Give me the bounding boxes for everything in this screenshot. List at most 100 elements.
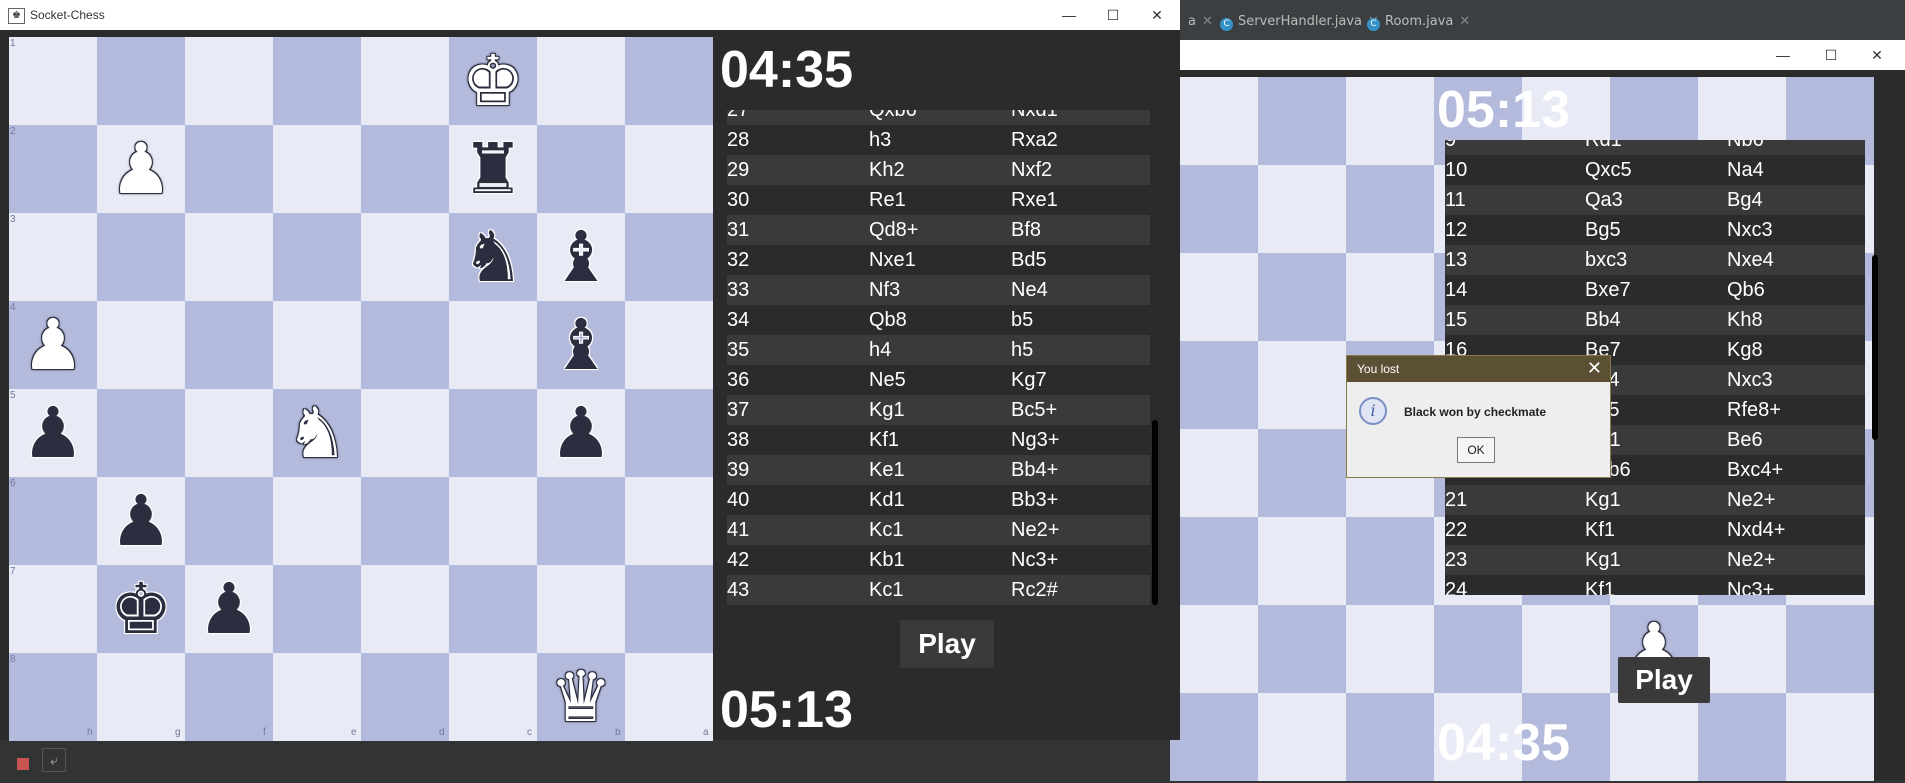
chess-piece[interactable]: ♞ bbox=[449, 213, 537, 301]
play-button[interactable]: Play bbox=[1618, 657, 1710, 703]
board-square[interactable] bbox=[1346, 693, 1434, 781]
move-row[interactable]: 9 Rd1 Nb6 bbox=[1445, 140, 1865, 155]
close-icon[interactable]: ✕ bbox=[1866, 45, 1888, 65]
chess-piece[interactable]: ♟ bbox=[9, 389, 97, 477]
board-square[interactable] bbox=[1170, 605, 1258, 693]
move-row[interactable]: 11 Qa3 Bg4 bbox=[1445, 185, 1865, 215]
board-square[interactable] bbox=[1346, 165, 1434, 253]
move-row[interactable]: 21 Kg1 Ne2+ bbox=[1445, 485, 1865, 515]
board-square[interactable] bbox=[185, 213, 273, 301]
close-icon[interactable]: ✕ bbox=[1459, 14, 1470, 29]
chess-piece[interactable]: ♚ bbox=[97, 565, 185, 653]
move-row[interactable]: 31 Qd8+ Bf8 bbox=[727, 215, 1150, 245]
ide-tab-room[interactable]: C Room.java ✕ bbox=[1367, 14, 1470, 34]
board-square[interactable] bbox=[97, 213, 185, 301]
chess-piece[interactable]: ♝ bbox=[537, 213, 625, 301]
move-row[interactable]: 36 Ne5 Kg7 bbox=[727, 365, 1150, 395]
board-square[interactable] bbox=[449, 389, 537, 477]
scrollbar[interactable] bbox=[1152, 420, 1158, 605]
board-square[interactable] bbox=[537, 37, 625, 125]
move-row[interactable]: 14 Bxe7 Qb6 bbox=[1445, 275, 1865, 305]
board-square[interactable] bbox=[1170, 341, 1258, 429]
move-row[interactable]: 41 Kc1 Ne2+ bbox=[727, 515, 1150, 545]
board-square[interactable] bbox=[1258, 605, 1346, 693]
board-square[interactable] bbox=[625, 125, 713, 213]
board-square[interactable] bbox=[449, 653, 537, 741]
board-square[interactable] bbox=[625, 37, 713, 125]
board-square[interactable] bbox=[185, 37, 273, 125]
move-row[interactable]: 40 Kd1 Bb3+ bbox=[727, 485, 1150, 515]
board-square[interactable] bbox=[1170, 693, 1258, 781]
chess-piece[interactable]: ♟ bbox=[9, 301, 97, 389]
board-square[interactable] bbox=[361, 565, 449, 653]
board-square[interactable] bbox=[361, 389, 449, 477]
board-square[interactable] bbox=[1346, 77, 1434, 165]
close-icon[interactable]: ✕ bbox=[1146, 5, 1168, 25]
board-square[interactable] bbox=[1346, 253, 1434, 341]
board-square[interactable] bbox=[361, 213, 449, 301]
board-square[interactable] bbox=[185, 389, 273, 477]
board-square[interactable] bbox=[273, 301, 361, 389]
board-square[interactable] bbox=[1258, 517, 1346, 605]
board-square[interactable] bbox=[1698, 605, 1786, 693]
board-square[interactable] bbox=[9, 213, 97, 301]
chess-piece[interactable]: ♟ bbox=[185, 565, 273, 653]
move-row[interactable]: 35 h4 h5 bbox=[727, 335, 1150, 365]
board-square[interactable] bbox=[625, 653, 713, 741]
move-row[interactable]: 38 Kf1 Ng3+ bbox=[727, 425, 1150, 455]
board-square[interactable] bbox=[97, 37, 185, 125]
chess-piece[interactable]: ♝ bbox=[537, 301, 625, 389]
board-square[interactable] bbox=[361, 37, 449, 125]
ide-tab-partial[interactable]: a ✕ bbox=[1188, 14, 1213, 34]
board-square[interactable] bbox=[361, 301, 449, 389]
minimize-icon[interactable]: — bbox=[1058, 5, 1080, 25]
ide-tab-serverhandler[interactable]: CServerHandler.java✕ bbox=[1220, 14, 1379, 34]
chess-piece[interactable]: ♟ bbox=[537, 389, 625, 477]
board-square[interactable] bbox=[1346, 517, 1434, 605]
board-square[interactable] bbox=[9, 653, 97, 741]
chess-piece[interactable]: ♛ bbox=[537, 653, 625, 741]
board-square[interactable] bbox=[537, 125, 625, 213]
move-row[interactable]: 34 Qb8 b5 bbox=[727, 305, 1150, 335]
board-square[interactable] bbox=[1258, 253, 1346, 341]
board-square[interactable] bbox=[1522, 605, 1610, 693]
move-row[interactable]: 42 Kb1 Nc3+ bbox=[727, 545, 1150, 575]
board-square[interactable] bbox=[625, 213, 713, 301]
play-button[interactable]: Play bbox=[900, 620, 994, 668]
move-row[interactable]: 32 Nxe1 Bd5 bbox=[727, 245, 1150, 275]
move-row[interactable]: 43 Kc1 Rc2# bbox=[727, 575, 1150, 605]
board-square[interactable] bbox=[1170, 429, 1258, 517]
board-square[interactable] bbox=[1698, 693, 1786, 781]
chess-piece[interactable]: ♟ bbox=[97, 477, 185, 565]
board-square[interactable] bbox=[273, 653, 361, 741]
board-square[interactable] bbox=[1786, 605, 1874, 693]
ok-button[interactable]: OK bbox=[1457, 437, 1495, 463]
board-square[interactable] bbox=[185, 125, 273, 213]
board-square[interactable] bbox=[625, 389, 713, 477]
board-square[interactable] bbox=[97, 653, 185, 741]
move-row[interactable]: 15 Bb4 Kh8 bbox=[1445, 305, 1865, 335]
board-square[interactable] bbox=[537, 477, 625, 565]
chess-piece[interactable]: ♟ bbox=[97, 125, 185, 213]
move-row[interactable]: 10 Qxc5 Na4 bbox=[1445, 155, 1865, 185]
move-row[interactable]: 13 bxc3 Nxe4 bbox=[1445, 245, 1865, 275]
move-row[interactable]: 29 Kh2 Nxf2 bbox=[727, 155, 1150, 185]
minimize-icon[interactable]: — bbox=[1772, 45, 1794, 65]
close-icon[interactable]: ✕ bbox=[1587, 358, 1602, 379]
board-square[interactable] bbox=[9, 37, 97, 125]
maximize-icon[interactable]: ☐ bbox=[1102, 5, 1124, 25]
board-square[interactable] bbox=[1610, 693, 1698, 781]
board-square[interactable] bbox=[97, 389, 185, 477]
close-icon[interactable]: ✕ bbox=[1202, 14, 1213, 29]
board-square[interactable] bbox=[625, 301, 713, 389]
move-row[interactable]: 24 Kf1 Nc3+ bbox=[1445, 575, 1865, 595]
board-square[interactable] bbox=[9, 477, 97, 565]
board-square[interactable] bbox=[9, 125, 97, 213]
board-square[interactable] bbox=[185, 653, 273, 741]
move-row[interactable]: 33 Nf3 Ne4 bbox=[727, 275, 1150, 305]
move-row[interactable]: 28 h3 Rxa2 bbox=[727, 125, 1150, 155]
board-square[interactable] bbox=[273, 125, 361, 213]
board-square[interactable] bbox=[1170, 165, 1258, 253]
move-row[interactable]: 37 Kg1 Bc5+ bbox=[727, 395, 1150, 425]
board-square[interactable] bbox=[1170, 77, 1258, 165]
